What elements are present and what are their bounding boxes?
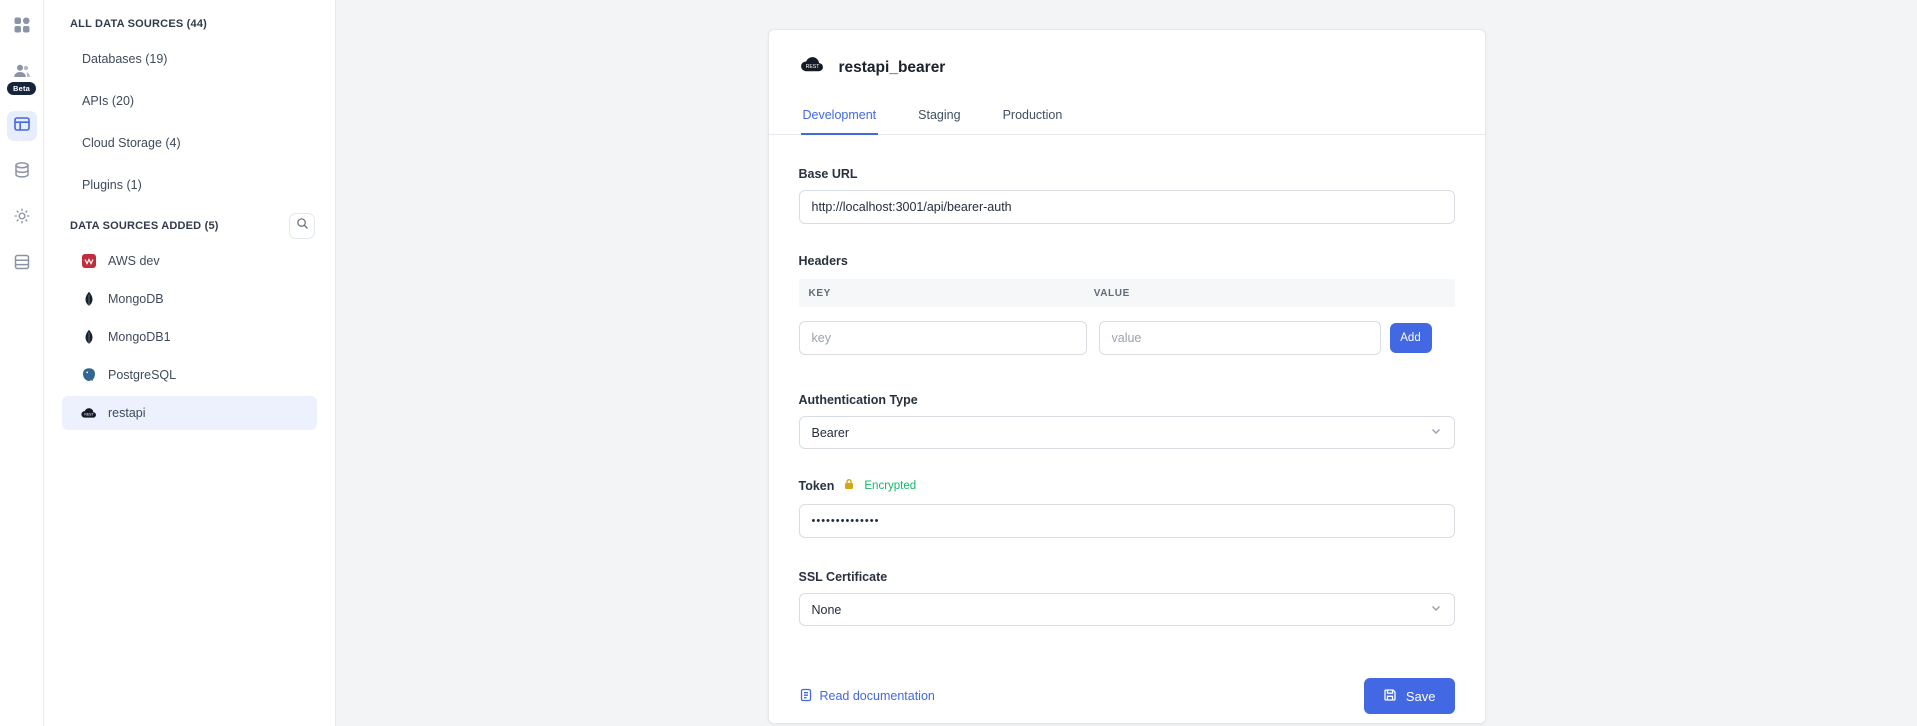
sidebar-item-cloud-storage[interactable]: Cloud Storage (4) — [44, 122, 335, 164]
save-button-label: Save — [1406, 689, 1436, 704]
data-sources-button[interactable] — [7, 111, 37, 141]
read-documentation-link[interactable]: Read documentation — [799, 688, 935, 705]
data-sources-icon — [13, 115, 31, 138]
svg-text:REST: REST — [84, 412, 94, 416]
auth-type-value: Bearer — [812, 426, 850, 440]
encrypted-badge: Encrypted — [864, 480, 916, 492]
token-section: Token Encrypted — [799, 477, 1455, 538]
config-form: Base URL Headers KEY VALUE Add Authentic… — [769, 135, 1485, 626]
card-header: REST restapi_bearer — [769, 30, 1485, 79]
source-item-label: restapi — [108, 406, 146, 420]
tab-development[interactable]: Development — [801, 99, 879, 135]
postgresql-icon — [80, 366, 98, 384]
ssl-certificate-value: None — [812, 603, 842, 617]
beta-badge: Beta — [7, 82, 36, 95]
headers-input-row: Add — [799, 321, 1455, 355]
sidebar-item-apis[interactable]: APIs (20) — [44, 80, 335, 122]
source-item-mongodb1[interactable]: MongoDB1 — [62, 320, 317, 354]
value-column-header: VALUE — [1094, 288, 1130, 299]
marketplace-button[interactable] — [7, 249, 37, 279]
mongodb-icon — [80, 290, 98, 308]
datasource-config-card: REST restapi_bearer Development Staging … — [768, 29, 1486, 724]
search-icon — [296, 217, 309, 235]
tab-production[interactable]: Production — [1001, 99, 1065, 135]
app-icon-rail: Beta — [0, 0, 44, 726]
sidebar-item-databases[interactable]: Databases (19) — [44, 38, 335, 80]
apps-grid-icon — [13, 16, 31, 39]
gear-icon — [13, 207, 31, 230]
source-item-label: PostgreSQL — [108, 368, 176, 382]
rest-api-icon: REST — [80, 404, 98, 422]
source-item-label: MongoDB — [108, 292, 164, 306]
apps-grid-button[interactable] — [7, 12, 37, 42]
ssl-certificate-label: SSL Certificate — [799, 570, 1455, 584]
source-item-postgresql[interactable]: PostgreSQL — [62, 358, 317, 392]
header-key-input[interactable] — [799, 321, 1087, 355]
data-sources-added-label: DATA SOURCES ADDED (5) — [70, 220, 219, 232]
base-url-input[interactable] — [799, 190, 1455, 224]
ssl-certificate-select[interactable]: None — [799, 593, 1455, 626]
aws-icon — [80, 252, 98, 270]
token-label: Token — [799, 479, 835, 493]
svg-text:REST: REST — [805, 64, 820, 70]
source-item-label: AWS dev — [108, 254, 160, 268]
search-button[interactable] — [289, 213, 315, 239]
source-item-mongodb[interactable]: MongoDB — [62, 282, 317, 316]
ssl-section: SSL Certificate None — [799, 570, 1455, 626]
environment-tabs: Development Staging Production — [769, 99, 1485, 135]
auth-type-select[interactable]: Bearer — [799, 416, 1455, 449]
token-header: Token Encrypted — [799, 477, 1455, 495]
data-sources-sidebar: ALL DATA SOURCES (44) Databases (19) API… — [44, 0, 336, 726]
rest-api-icon: REST — [799, 56, 826, 79]
headers-table-header: KEY VALUE — [799, 279, 1455, 307]
sidebar-item-plugins[interactable]: Plugins (1) — [44, 164, 335, 206]
source-item-label: MongoDB1 — [108, 330, 171, 344]
key-column-header: KEY — [799, 288, 1094, 299]
server-icon — [13, 253, 31, 276]
all-data-sources-header: ALL DATA SOURCES (44) — [44, 10, 335, 38]
document-icon — [799, 688, 813, 705]
source-item-restapi[interactable]: REST restapi — [62, 396, 317, 430]
all-data-sources-label: ALL DATA SOURCES (44) — [70, 18, 207, 30]
auth-type-section: Authentication Type Bearer — [799, 393, 1455, 449]
lock-icon — [843, 477, 855, 495]
token-input[interactable] — [799, 504, 1455, 538]
chevron-down-icon — [1430, 425, 1442, 440]
base-url-label: Base URL — [799, 167, 1455, 181]
settings-button[interactable] — [7, 203, 37, 233]
save-button[interactable]: Save — [1364, 678, 1455, 714]
card-footer: Read documentation Save — [769, 678, 1485, 714]
datasource-title: restapi_bearer — [839, 59, 946, 77]
save-disk-icon — [1383, 688, 1397, 705]
auth-type-label: Authentication Type — [799, 393, 1455, 407]
data-sources-added-header: DATA SOURCES ADDED (5) — [44, 212, 335, 240]
add-header-button[interactable]: Add — [1390, 323, 1432, 353]
main-area: REST restapi_bearer Development Staging … — [336, 0, 1917, 726]
tab-staging[interactable]: Staging — [916, 99, 962, 135]
read-documentation-label: Read documentation — [820, 689, 935, 703]
source-item-aws-dev[interactable]: AWS dev — [62, 244, 317, 278]
database-button[interactable] — [7, 157, 37, 187]
chevron-down-icon — [1430, 602, 1442, 617]
header-value-input[interactable] — [1099, 321, 1381, 355]
mongodb-icon — [80, 328, 98, 346]
database-icon — [13, 161, 31, 184]
headers-label: Headers — [799, 254, 1455, 268]
headers-section: Headers KEY VALUE Add — [799, 254, 1455, 355]
